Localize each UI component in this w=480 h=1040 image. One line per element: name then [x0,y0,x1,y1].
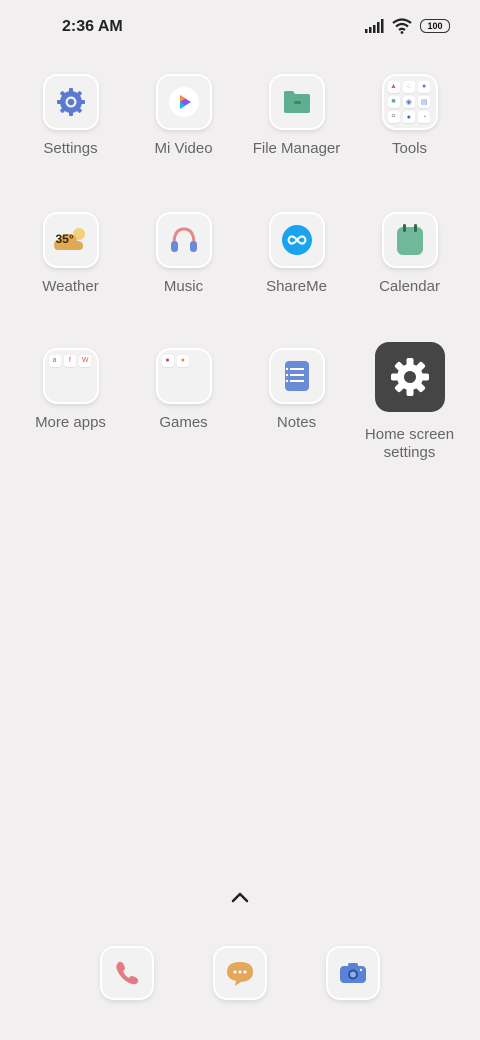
app-weather[interactable]: 35° Weather [14,212,127,296]
dock-camera[interactable] [326,946,380,1000]
messages-tile[interactable] [213,946,267,1000]
app-label: Mi Video [154,140,213,157]
mini-app-icon: a [48,354,61,367]
mini-app-icon: ● [418,80,431,93]
wifi-icon [392,18,412,34]
chevron-up-icon[interactable] [230,890,250,904]
app-label: Notes [276,414,317,431]
app-label: Weather [42,278,99,295]
status-icons: 100 [364,18,450,34]
app-calendar[interactable]: Calendar [353,212,466,296]
app-label: More apps [35,414,106,431]
mini-app-icon: ⌗ [387,111,400,124]
app-more-apps[interactable]: a f W More apps [14,348,127,432]
calendar-icon [396,224,423,255]
games-folder[interactable]: ● ● [155,348,212,404]
gear-icon [56,88,85,116]
status-bar: 2:36 AM 100 [0,0,480,56]
app-label: ShareMe [266,278,327,295]
app-mi-video[interactable]: Mi Video [127,74,240,158]
file-manager-tile[interactable] [268,74,325,130]
settings-tile[interactable] [42,74,99,130]
mini-app-icon: f [63,354,76,367]
music-tile[interactable] [155,212,212,268]
app-tools[interactable]: ▲ ⁘ ● ■ ◉ ▤ ⌗ ● ◔ Tools [353,74,466,158]
camera-tile[interactable] [326,946,380,1000]
home-screen-settings-tile[interactable] [374,342,445,412]
app-settings[interactable]: Settings [14,74,127,158]
mini-app-icon: ◔ [418,111,431,124]
app-music[interactable]: Music [127,212,240,296]
calendar-tile[interactable] [381,212,438,268]
mi-video-tile[interactable] [155,74,212,130]
infinity-icon [281,225,312,255]
app-label: Tools [391,140,428,157]
battery-icon: 100 [420,19,450,33]
gear-icon [390,358,429,396]
weather-tile[interactable]: 35° [42,212,99,268]
mini-app-icon: ● [402,111,415,124]
signal-icon [365,19,384,33]
mini-app-icon: ▤ [418,95,431,108]
dock-phone[interactable] [100,946,154,1000]
headphones-icon [170,227,197,252]
app-label: Calendar [379,278,440,295]
temperature-badge: 35° [55,232,74,246]
phone-icon [116,961,139,985]
notes-icon [284,361,309,391]
app-shareme[interactable]: ShareMe [240,212,353,296]
play-icon [168,87,199,117]
shareme-tile[interactable] [268,212,325,268]
phone-tile[interactable] [100,946,154,1000]
dock-messages[interactable] [213,946,267,1000]
app-label: Music [163,278,204,295]
notes-tile[interactable] [268,348,325,404]
app-label: Settings [43,140,98,157]
mini-app-icon: ◉ [402,95,415,108]
app-home-screen-settings[interactable]: Home screen settings [353,342,466,462]
mini-app-icon: ■ [387,95,400,108]
message-icon [227,962,253,986]
mini-app-icon: ● [176,354,189,367]
app-notes[interactable]: Notes [240,348,353,432]
more-apps-folder[interactable]: a f W [42,348,99,404]
tools-folder[interactable]: ▲ ⁘ ● ■ ◉ ▤ ⌗ ● ◔ [381,74,438,130]
mini-app-icon: ▲ [387,80,400,93]
mini-app-icon: W [79,354,92,367]
app-label: File Manager [252,140,341,157]
app-label: Home screen settings [364,426,455,461]
camera-icon [340,963,366,983]
mini-app-icon: ● [161,354,174,367]
status-time: 2:36 AM [62,18,123,35]
folder-icon [283,91,310,113]
app-games[interactable]: ● ● Games [127,348,240,432]
app-label: Games [159,414,208,431]
mini-app-icon: ⁘ [402,80,415,93]
app-file-manager[interactable]: File Manager [240,74,353,158]
